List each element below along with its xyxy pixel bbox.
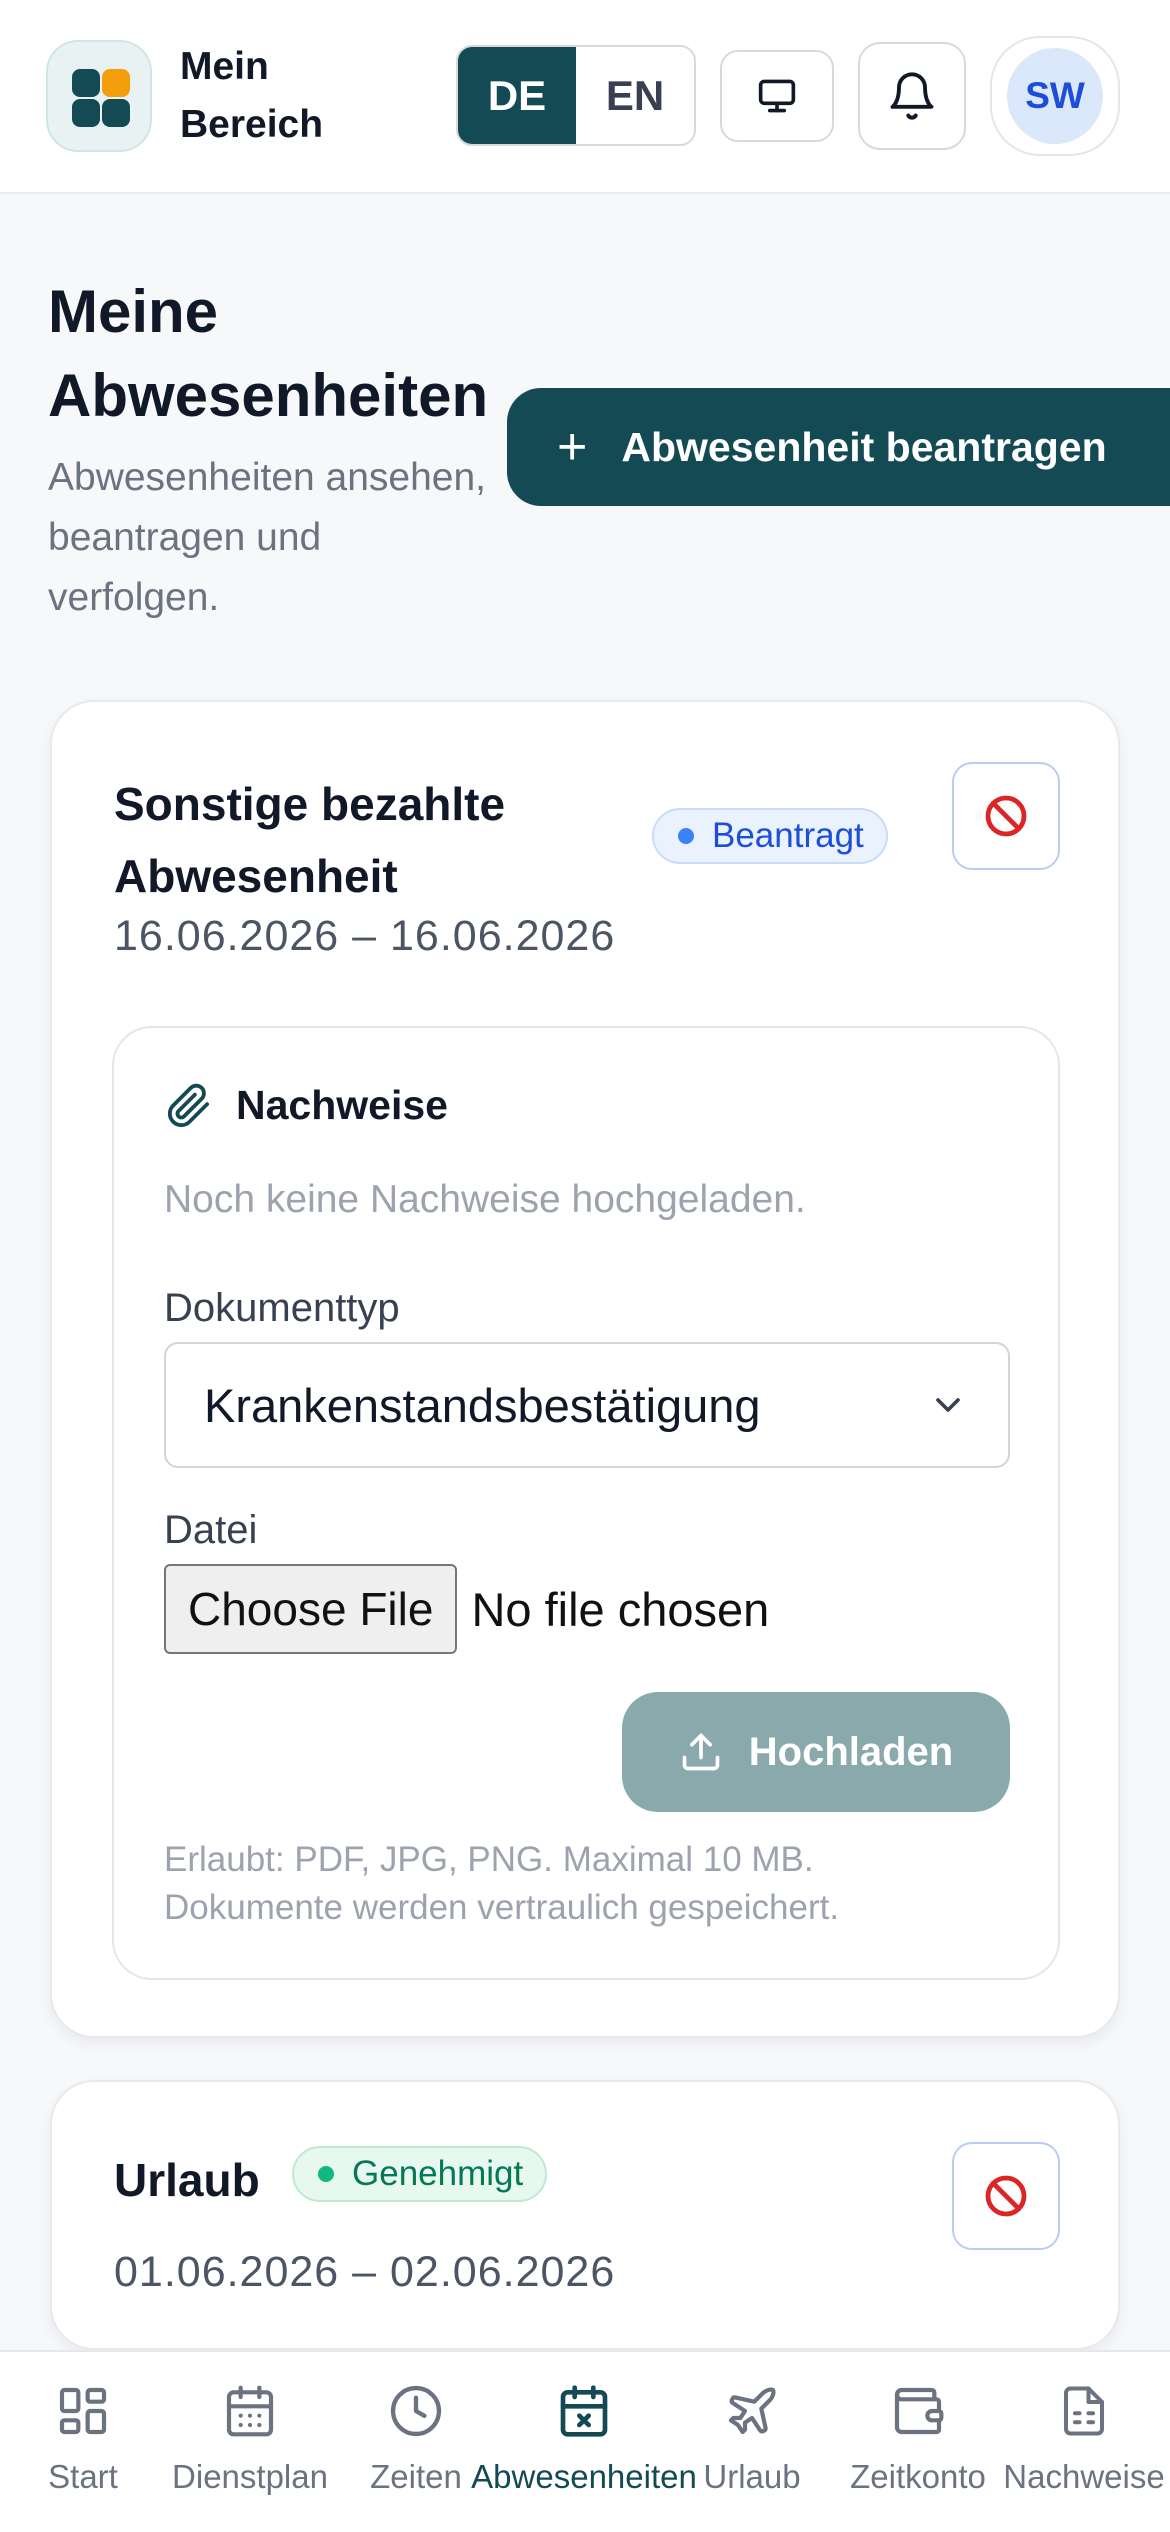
proofs-header: Nachweise [166, 1082, 448, 1129]
absence-dates: 16.06.2026 – 16.06.2026 [114, 912, 616, 960]
brand-title: Mein Bereich [180, 45, 324, 146]
nav-label: Dienstplan [172, 2458, 328, 2495]
paperclip-icon [167, 1083, 210, 1127]
calendar-icon [226, 2385, 274, 2437]
proofs-heading: Nachweise [236, 1082, 448, 1128]
proofs-panel: Nachweise Noch keine Nachweise hochgelad… [112, 1026, 1060, 1980]
calendar-x-icon [560, 2385, 608, 2437]
status-label: Beantragt [712, 816, 864, 855]
app-logo-icon[interactable] [46, 40, 152, 152]
wallet-icon [894, 2387, 944, 2435]
cancel-absence-button[interactable] [952, 762, 1060, 870]
status-badge: Beantragt [652, 808, 888, 864]
nav-item-nachweise[interactable]: Nachweise [984, 2376, 1170, 2496]
doc-type-value: Krankenstandsbestätigung [204, 1378, 761, 1432]
absence-card: Urlaub Genehmigt 01.06.2026 – 02.06.2026 [50, 2080, 1120, 2350]
nav-label: Zeitkonto [850, 2458, 986, 2495]
request-absence-button[interactable]: + Abwesenheit beantragen [507, 388, 1170, 506]
app-header: Mein Bereich DE EN SW [0, 0, 1170, 194]
absence-dates: 01.06.2026 – 02.06.2026 [114, 2248, 616, 2296]
upload-button[interactable]: Hochladen [622, 1692, 1010, 1812]
ban-icon [985, 2175, 1027, 2217]
file-label: Datei [164, 1508, 258, 1552]
choose-file-button[interactable]: Choose File [164, 1564, 458, 1654]
absence-type: Sonstige bezahlte Abwesenheit [114, 778, 506, 902]
plane-icon [728, 2387, 776, 2435]
grid-icon [59, 2387, 107, 2435]
upload-hint: Erlaubt: PDF, JPG, PNG. Maximal 10 MB. D… [164, 1840, 840, 1927]
status-badge: Genehmigt [292, 2146, 548, 2202]
language-option-de[interactable]: DE [458, 47, 576, 144]
request-absence-label: Abwesenheit beantragen [621, 423, 1107, 470]
bottom-navigation: Start Dienstplan Zeiten Abwesenheiten Ur… [0, 2350, 1170, 2532]
avatar: SW [1007, 48, 1103, 144]
clock-icon [390, 2385, 442, 2437]
language-switcher: DE EN [456, 45, 696, 146]
upload-label: Hochladen [748, 1729, 954, 1774]
upload-icon [682, 1733, 720, 1771]
nav-label: Nachweise [1003, 2458, 1165, 2495]
proofs-empty-text: Noch keine Nachweise hochgeladen. [164, 1178, 806, 1221]
monitor-icon [758, 79, 796, 113]
cancel-absence-button[interactable] [952, 2142, 1060, 2250]
user-menu-button[interactable]: SW [990, 36, 1120, 156]
page-subtitle: Abwesenheiten ansehen, beantragen und ve… [48, 456, 487, 619]
file-status: No file chosen [471, 1582, 770, 1636]
absence-card: Sonstige bezahlte Abwesenheit Beantragt … [50, 700, 1120, 2038]
status-dot-icon [678, 828, 694, 844]
ban-icon [985, 795, 1027, 837]
status-dot-icon [318, 2166, 334, 2182]
doc-type-select[interactable]: Krankenstandsbestätigung [164, 1342, 1010, 1468]
display-mode-button[interactable] [720, 50, 834, 142]
language-option-en[interactable]: EN [576, 47, 694, 144]
page-title: Meine Abwesenheiten [48, 278, 489, 429]
bell-icon [890, 72, 934, 120]
nav-label: Start [48, 2458, 118, 2495]
chevron-down-icon [936, 1398, 960, 1412]
absence-type: Urlaub [114, 2154, 260, 2206]
document-icon [1063, 2386, 1105, 2436]
plus-icon: + [557, 418, 588, 476]
nav-label: Zeiten [370, 2458, 462, 2495]
doc-type-label: Dokumenttyp [164, 1286, 400, 1330]
file-input[interactable]: Choose File No file chosen [164, 1564, 1010, 1654]
notifications-button[interactable] [858, 42, 966, 150]
nav-label: Urlaub [703, 2458, 801, 2495]
status-label: Genehmigt [352, 2154, 524, 2193]
